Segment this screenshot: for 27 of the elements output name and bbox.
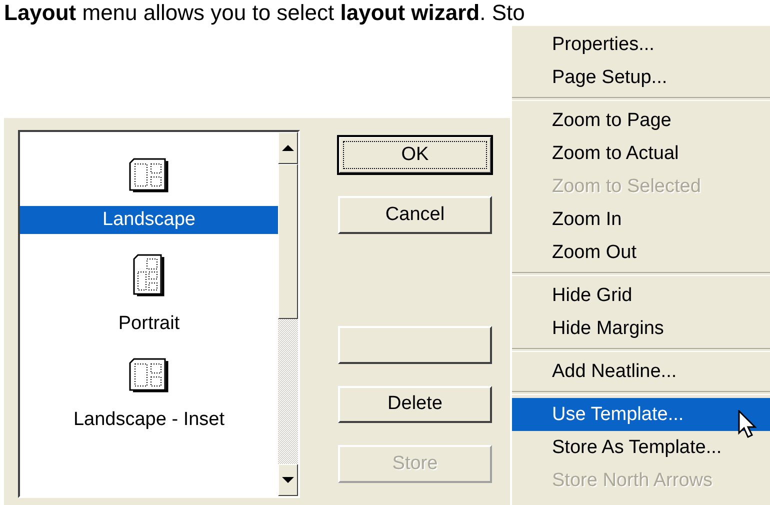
list-item[interactable]: Landscape - Inset	[20, 406, 278, 434]
landscape-page-icon[interactable]	[129, 358, 169, 394]
list-item[interactable]: Portrait	[20, 310, 278, 338]
heading-text: Layout menu allows you to select layout wizard. Sto	[3, 0, 526, 26]
list-item[interactable]: Landscape	[20, 206, 278, 234]
dialog-button[interactable]: Cancel	[338, 196, 492, 234]
scroll-up-button[interactable]	[278, 132, 298, 164]
mouse-pointer-icon	[738, 410, 760, 440]
dialog-button[interactable]: OK	[338, 136, 492, 174]
scroll-thumb[interactable]	[278, 164, 298, 319]
menu-item[interactable]: Hide Margins	[512, 312, 770, 345]
menu-item[interactable]: Use Template...	[512, 398, 770, 431]
menu-item[interactable]: Zoom to Page	[512, 104, 770, 137]
landscape-page-icon[interactable]	[129, 158, 169, 194]
blank-button[interactable]	[338, 326, 492, 364]
menu-item[interactable]: Hide Grid	[512, 279, 770, 312]
menu-item[interactable]: Add Neatline...	[512, 355, 770, 388]
portrait-page-icon[interactable]	[133, 254, 165, 298]
menu-item[interactable]: Zoom to Actual	[512, 137, 770, 170]
scrollbar[interactable]	[278, 132, 298, 496]
dialog-button[interactable]: Delete	[338, 386, 492, 424]
menu-item[interactable]: Store As Template...	[512, 431, 770, 464]
menu-item[interactable]: Page Setup...	[512, 61, 770, 94]
menu-item[interactable]: Zoom Out	[512, 236, 770, 269]
menu-item[interactable]: Properties...	[512, 28, 770, 61]
menu-item[interactable]: Zoom In	[512, 203, 770, 236]
scroll-down-button[interactable]	[278, 464, 298, 496]
